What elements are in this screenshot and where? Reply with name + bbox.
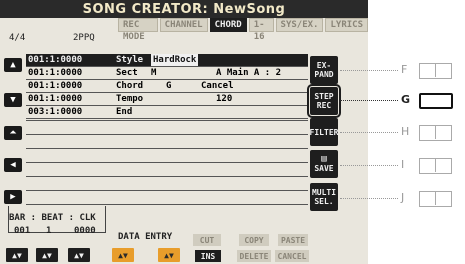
empty-row [26, 176, 308, 177]
indicator-divider [435, 158, 436, 172]
bar-value: 001 [14, 226, 31, 236]
data-entry-label: DATA ENTRY [118, 232, 173, 242]
empty-row [26, 162, 308, 163]
save-icon: ▤ [321, 154, 327, 164]
title-bar: SONG CREATOR: NewSong [0, 0, 368, 18]
multi-sel-label: MULTI SEL. [311, 188, 337, 206]
event-extra: A Main A : 2 [216, 68, 282, 78]
clk-value: 0000 [74, 226, 96, 236]
scroll-down-button[interactable]: ▼ [4, 93, 22, 107]
filter-label: FILTER [309, 127, 339, 137]
up-down-icon: ▲▼ [74, 250, 84, 260]
event-value[interactable]: HardRock [151, 54, 199, 66]
step-rec-button[interactable]: STEP REC [307, 84, 341, 118]
tab-chord[interactable]: CHORD [209, 18, 247, 32]
triangle-down-icon: ▼ [10, 95, 16, 105]
up-down-icon: ▲▼ [42, 250, 52, 260]
step-rec-label: STEP REC [314, 92, 334, 110]
triangle-right-icon: ▶ [10, 192, 16, 202]
clk-adjust-button[interactable]: ▲▼ [68, 248, 90, 262]
move-left-button[interactable]: ◀ [4, 158, 22, 172]
expand-label: EX- PAND [314, 61, 334, 79]
callout-line [340, 165, 398, 166]
event-type: Chord [116, 81, 144, 91]
indicator-divider [435, 125, 436, 139]
indicator-divider [435, 191, 436, 205]
page-up-button[interactable]: ⏶ [4, 126, 22, 140]
event-extra: 120 [216, 94, 233, 104]
callout-line [340, 198, 398, 199]
resolution: 2PPQ [73, 33, 95, 43]
indicator-box-active [419, 93, 453, 109]
cancel-button[interactable]: CANCEL [275, 250, 309, 262]
song-creator-screen: SONG CREATOR: NewSong REC MODE CHANNEL C… [0, 0, 368, 264]
paste-button[interactable]: PASTE [278, 234, 308, 246]
callout-line [340, 132, 398, 133]
callout-letter: H [401, 125, 410, 138]
event-value: M [151, 68, 157, 78]
empty-row [26, 148, 308, 149]
callout-line [340, 70, 398, 71]
event-row[interactable]: 001:1:0000 Style HardRock [26, 54, 308, 67]
move-right-button[interactable]: ▶ [4, 190, 22, 204]
tab-sysex[interactable]: SYS/EX. [275, 18, 324, 32]
save-label: SAVE [314, 164, 334, 173]
time-signature: 4/4 [9, 33, 26, 43]
event-type: End [116, 107, 133, 117]
filter-button[interactable]: FILTER [310, 118, 338, 146]
empty-row [26, 204, 308, 205]
event-row[interactable]: 001:1:0000 Sect M A Main A : 2 [26, 67, 308, 80]
event-row[interactable]: 001:1:0000 Tempo 120 [26, 93, 308, 106]
event-type: Sect [116, 68, 138, 78]
scroll-up-button[interactable]: ▲ [4, 58, 22, 72]
event-type: Style [116, 55, 144, 65]
tab-channel[interactable]: CHANNEL [159, 18, 208, 32]
event-position: 001:1:0000 [28, 55, 83, 65]
indicator-divider [435, 63, 436, 77]
multi-select-button[interactable]: MULTI SEL. [310, 183, 338, 211]
event-value: G [166, 81, 172, 91]
copy-button[interactable]: COPY [239, 234, 269, 246]
insert-button[interactable]: INS [195, 250, 221, 262]
event-extra: Cancel [201, 81, 234, 91]
triangle-up-icon: ▲ [10, 60, 16, 70]
event-position: 001:1:0000 [28, 94, 83, 104]
data-entry-large-button[interactable]: ▲▼ [112, 248, 134, 262]
tab-rec-mode[interactable]: REC MODE [118, 18, 158, 42]
callout-letter: J [401, 191, 405, 204]
window-title: SONG CREATOR: NewSong [82, 2, 286, 17]
callout-letter: G [401, 93, 411, 106]
beat-adjust-button[interactable]: ▲▼ [36, 248, 58, 262]
save-button[interactable]: ▤ SAVE [310, 150, 338, 178]
cut-button[interactable]: CUT [193, 234, 221, 246]
double-up-icon: ⏶ [9, 128, 17, 138]
tab-lyrics[interactable]: LYRICS [325, 18, 368, 32]
empty-row [26, 120, 308, 121]
data-entry-small-button[interactable]: ▲▼ [158, 248, 180, 262]
up-down-icon: ▲▼ [164, 250, 174, 260]
empty-row [26, 190, 308, 191]
bar-adjust-button[interactable]: ▲▼ [6, 248, 28, 262]
event-row[interactable]: 001:1:0000 Chord G Cancel [26, 80, 308, 93]
up-down-icon: ▲▼ [118, 250, 128, 260]
event-position: 001:1:0000 [28, 68, 83, 78]
event-type: Tempo [116, 94, 144, 104]
event-position: 003:1:0000 [28, 107, 83, 117]
tab-bar: REC MODE CHANNEL CHORD 1-16 SYS/EX. LYRI… [118, 18, 368, 42]
callout-letter: I [401, 158, 405, 171]
callout-letter: F [401, 63, 408, 76]
up-down-icon: ▲▼ [12, 250, 22, 260]
event-position: 001:1:0000 [28, 81, 83, 91]
delete-button[interactable]: DELETE [237, 250, 271, 262]
callout-line [340, 100, 398, 101]
beat-value: 1 [46, 226, 52, 236]
event-row[interactable]: 003:1:0000 End [26, 106, 308, 119]
bbc-header: BAR : BEAT : CLK [9, 213, 96, 223]
expand-button[interactable]: EX- PAND [310, 56, 338, 84]
triangle-left-icon: ◀ [10, 160, 16, 170]
tab-1-16[interactable]: 1-16 [248, 18, 274, 42]
empty-row [26, 134, 308, 135]
